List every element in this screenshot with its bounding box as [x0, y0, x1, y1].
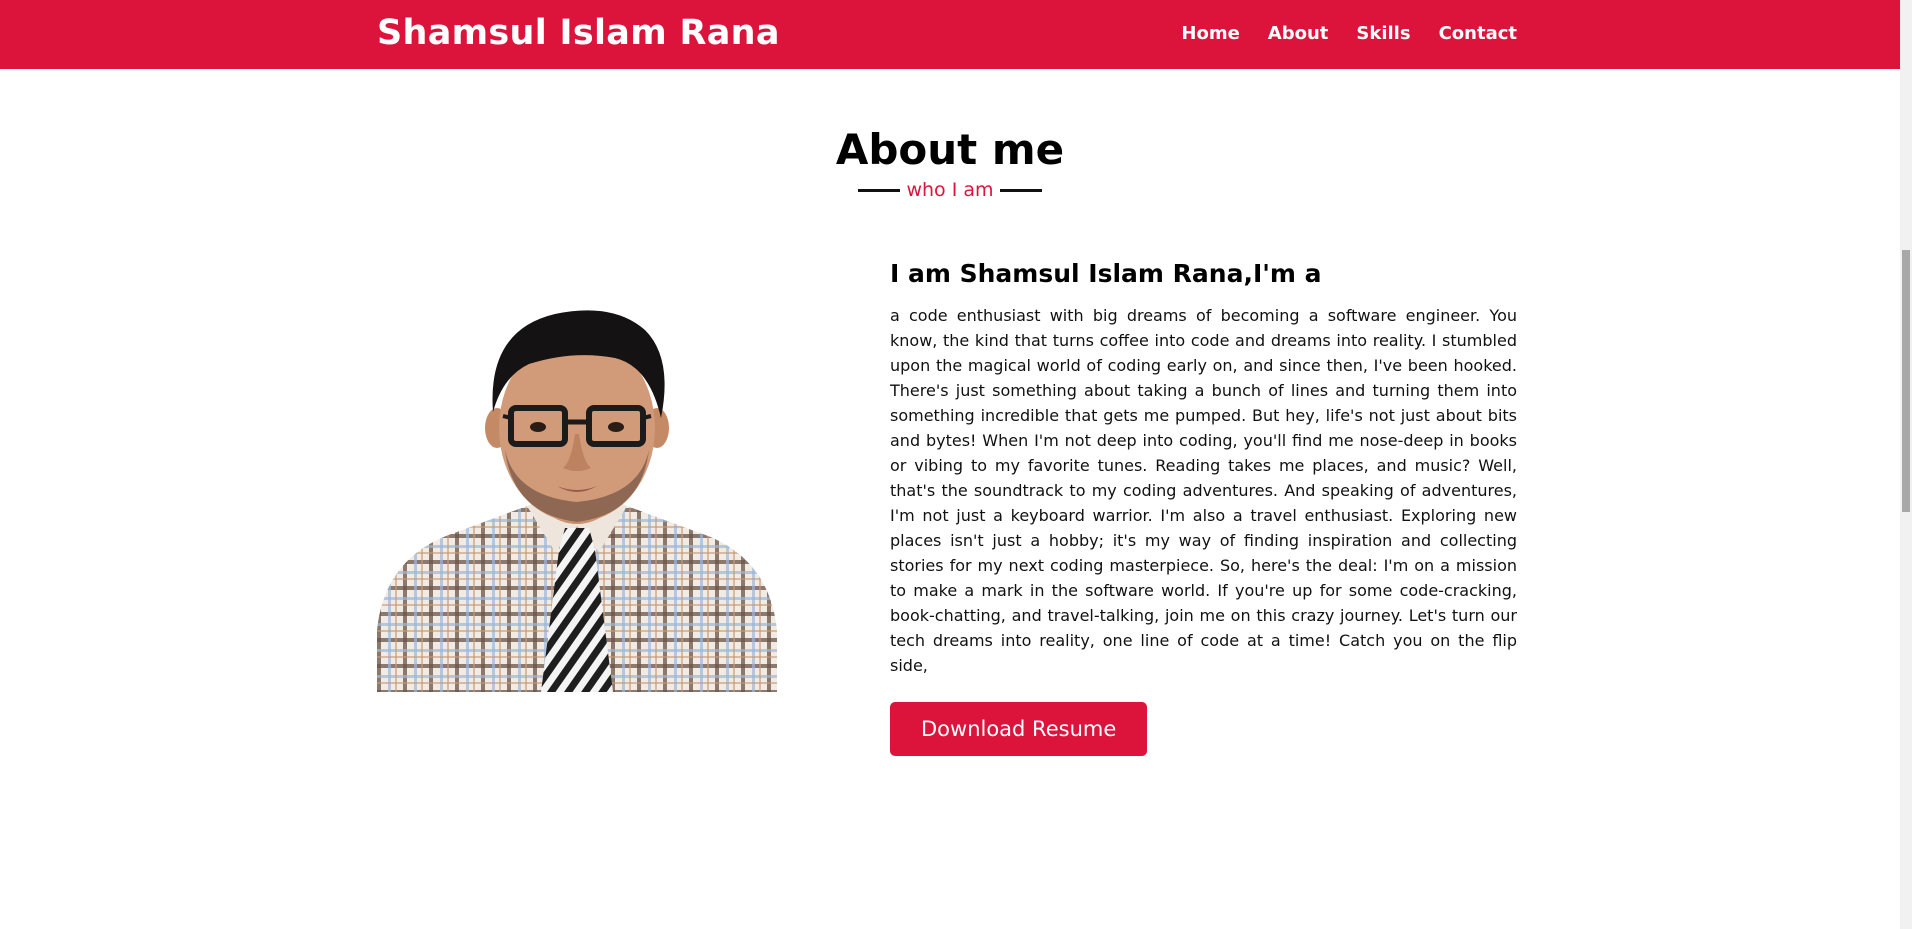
nav-link-contact[interactable]: Contact [1439, 23, 1517, 44]
nav-menu: Home About Skills Contact [1181, 0, 1517, 67]
subtitle-divider-left [858, 188, 901, 192]
nav-link-home[interactable]: Home [1181, 23, 1239, 44]
brand-logo[interactable]: Shamsul Islam Rana [377, 0, 780, 67]
section-title: About me [835, 125, 1065, 174]
nav-link-about[interactable]: About [1268, 23, 1329, 44]
subtitle-text: who I am [906, 179, 994, 201]
bio-paragraph: a code enthusiast with big dreams of bec… [890, 306, 1517, 675]
subtitle-divider-right [999, 188, 1042, 192]
nav-item-about: About [1268, 23, 1329, 44]
nav-item-home: Home [1181, 23, 1239, 44]
intro-heading: I am Shamsul Islam Rana,I'm a [890, 259, 1322, 288]
section-subtitle: who I am [0, 179, 1900, 201]
profile-photo-illustration [377, 310, 777, 692]
nav-item-contact: Contact [1439, 23, 1517, 44]
vertical-scrollbar[interactable] [1900, 0, 1912, 929]
profile-photo [377, 300, 777, 692]
about-content: I am Shamsul Islam Rana,I'm a a code ent… [890, 255, 1517, 756]
nav-link-skills[interactable]: Skills [1356, 23, 1410, 44]
navbar: Shamsul Islam Rana Home About Skills Con… [0, 0, 1900, 69]
nav-item-skills: Skills [1356, 23, 1410, 44]
scrollbar-thumb[interactable] [1902, 250, 1910, 512]
download-resume-button[interactable]: Download Resume [890, 702, 1148, 756]
